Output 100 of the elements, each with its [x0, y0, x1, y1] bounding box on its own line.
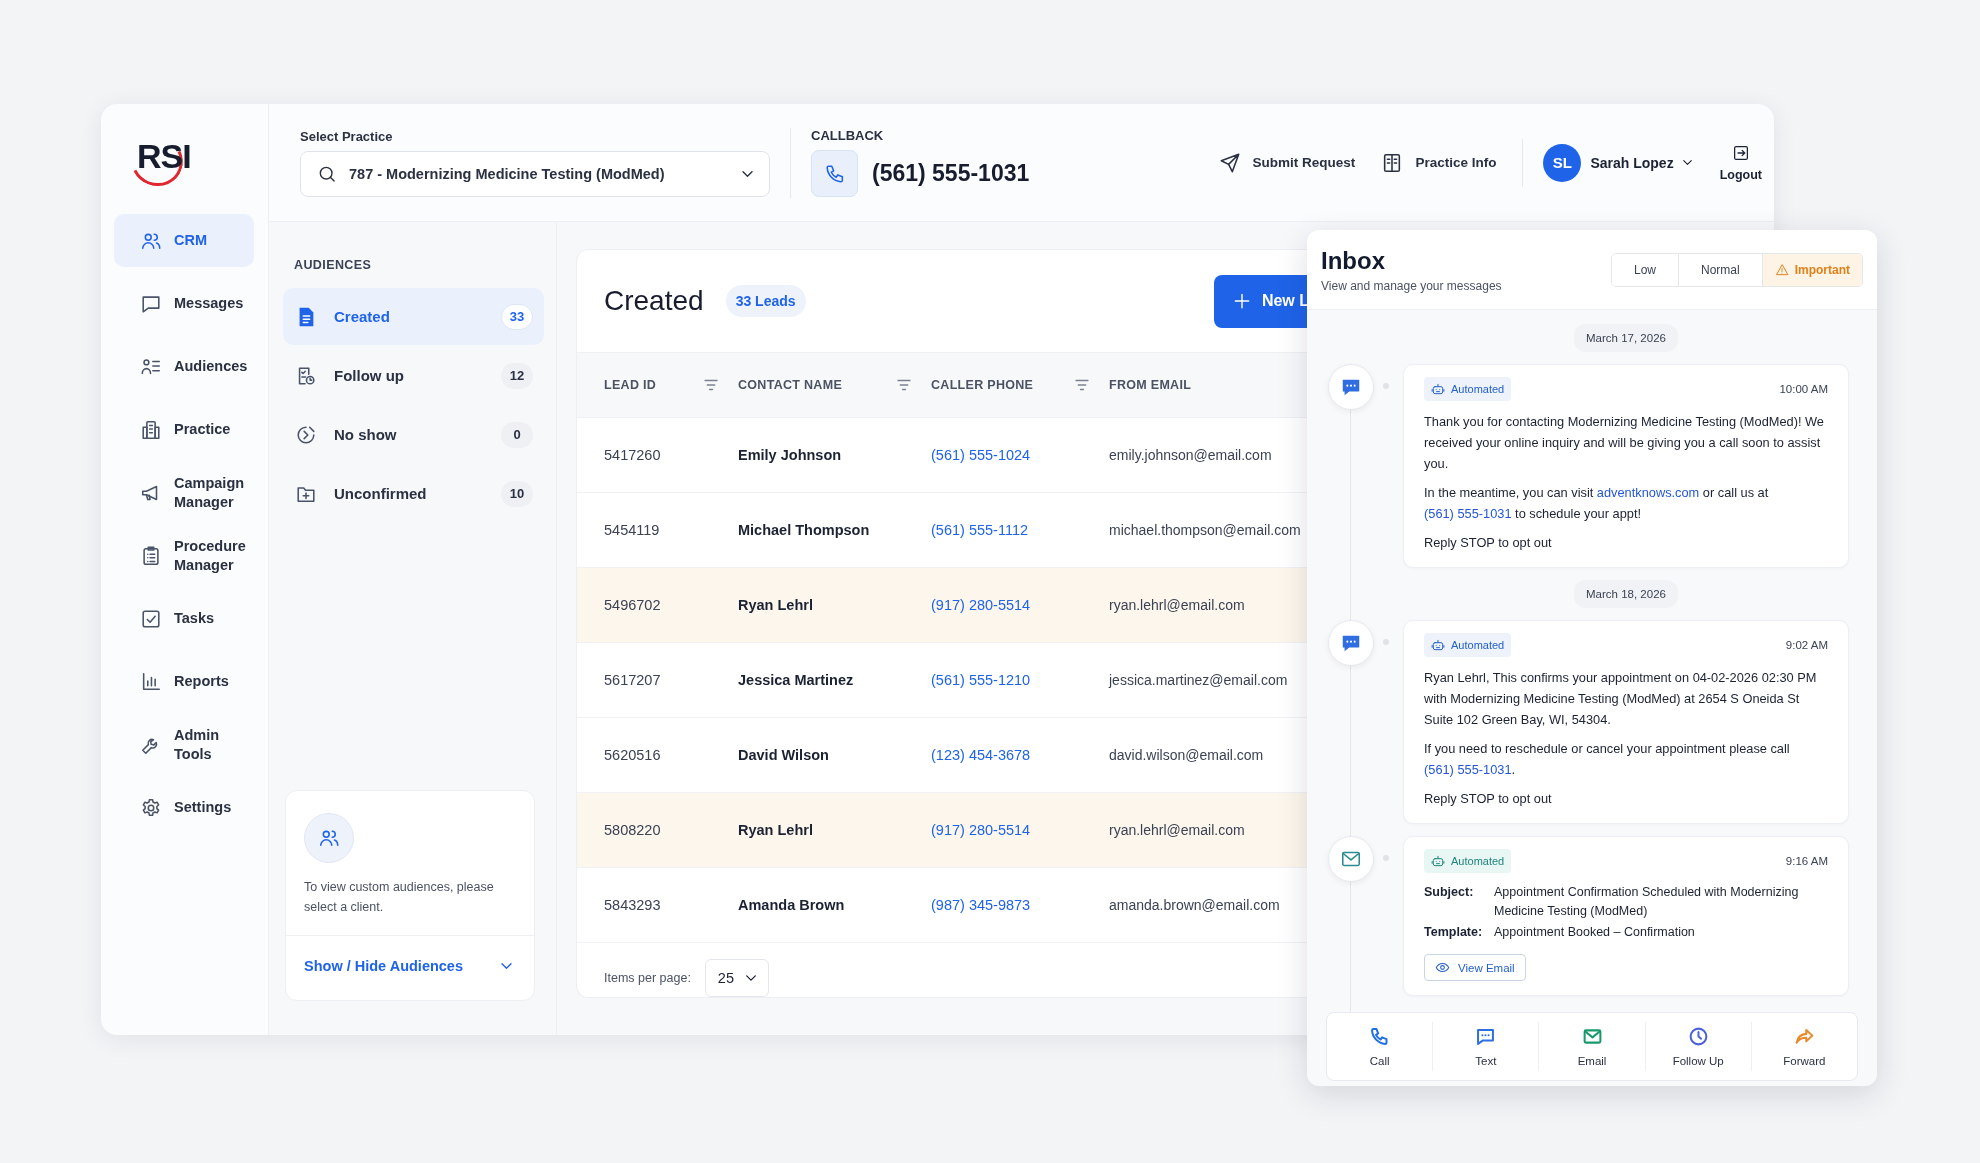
- field-value: Appointment Confirmation Scheduled with Modernizing Medicine Testing (ModMed): [1494, 884, 1800, 920]
- phone-link[interactable]: (917) 280-5514: [931, 567, 1109, 643]
- table-cell: 5843293: [577, 867, 738, 943]
- table-cell: Jessica Martinez: [738, 642, 931, 718]
- phone-link[interactable]: (561) 555-1210: [931, 642, 1109, 718]
- table-cell: 5617207: [577, 642, 738, 718]
- action-button[interactable]: Forward: [1750, 1022, 1857, 1071]
- people-icon: [318, 827, 340, 849]
- column-header[interactable]: LEAD ID: [577, 352, 738, 418]
- date-pill: March 17, 2026: [1574, 324, 1678, 352]
- message-text: Reply STOP to opt out: [1424, 534, 1553, 552]
- audience-item[interactable]: No show 0: [283, 406, 544, 463]
- count-badge: 12: [501, 362, 533, 389]
- message-time: 9:16 AM: [1785, 855, 1828, 867]
- callback-number: (561) 555-1031: [872, 160, 1030, 187]
- action-button[interactable]: Text: [1432, 1022, 1539, 1071]
- message-time: 10:00 AM: [1779, 383, 1828, 395]
- notice-text: To view custom audiences, please select a client.: [304, 879, 495, 916]
- table-cell: ryan.lehrl@email.com: [1109, 792, 1309, 868]
- sidebar-item[interactable]: Procedure Manager: [114, 529, 254, 582]
- action-button[interactable]: Email: [1538, 1022, 1645, 1071]
- automated-tag: Automated: [1424, 633, 1512, 657]
- message-time: 9:02 AM: [1785, 639, 1828, 651]
- column-header[interactable]: CALLER PHONE: [931, 352, 1109, 418]
- field-value: Appointment Booked – Confirmation: [1494, 924, 1696, 941]
- count-badge: 33 Leads: [725, 285, 806, 317]
- page-size-dropdown[interactable]: 25: [704, 959, 769, 997]
- table-cell: David Wilson: [738, 717, 931, 793]
- audience-label: Unconfirmed: [334, 485, 428, 502]
- column-header[interactable]: FROM EMAIL: [1109, 352, 1309, 418]
- sidebar-item[interactable]: CRM: [114, 214, 254, 267]
- audience-label: Created: [334, 308, 391, 325]
- field-label: Select Practice: [300, 128, 394, 144]
- phone-link[interactable]: (561) 555-1024: [931, 417, 1109, 493]
- phone-icon: [823, 162, 846, 185]
- message-text: In the meantime, you can visit adventknows.com or call us at (561) 555-1031 to schedule your appt!: [1424, 484, 1770, 523]
- logout-button[interactable]: Logout: [1719, 143, 1762, 182]
- sidebar-item[interactable]: Settings: [114, 781, 254, 834]
- panel-subtitle: View and manage your messages: [1321, 278, 1502, 293]
- panel-title: Inbox: [1321, 246, 1386, 275]
- view-email-button[interactable]: View Email: [1424, 954, 1526, 981]
- callback-label: CALLBACK: [811, 128, 885, 143]
- message-text: If you need to reschedule or cancel your appointment please call (561) 555-1031.: [1424, 740, 1791, 779]
- action-button[interactable]: Call: [1327, 1022, 1433, 1071]
- audience-item[interactable]: Created 33: [283, 288, 544, 345]
- building-icon: [140, 418, 162, 441]
- pagination-label: Items per page:: [604, 971, 691, 985]
- audience-label: Follow up: [334, 367, 405, 384]
- robot-icon: [1431, 854, 1445, 868]
- count-badge: 33: [501, 303, 533, 330]
- avatar: SL: [1543, 143, 1582, 182]
- message-text: Thank you for contacting Modernizing Medicine Testing (ModMed)! We received your online inquiry and will be giving you a call soon to assist you.: [1424, 413, 1825, 473]
- user-menu[interactable]: SL Sarah Lopez: [1522, 138, 1698, 187]
- phone-link[interactable]: (561) 555-1112: [931, 492, 1109, 568]
- table-cell: 5808220: [577, 792, 738, 868]
- eye-icon: [1435, 960, 1450, 975]
- table-cell: 5620516: [577, 717, 738, 793]
- sidebar-item[interactable]: Audiences: [114, 340, 254, 393]
- message-text: Reply STOP to opt out: [1424, 790, 1553, 808]
- header-action[interactable]: Practice Info: [1381, 151, 1497, 174]
- send-icon: [1218, 151, 1241, 174]
- count-badge: 0: [501, 421, 533, 448]
- sidebar-item[interactable]: Tasks: [114, 592, 254, 645]
- audience-item[interactable]: Follow up 12: [283, 347, 544, 404]
- table-cell: 5454119: [577, 492, 738, 568]
- phone-link[interactable]: (987) 345-9873: [931, 867, 1109, 943]
- link[interactable]: adventknows.com: [1596, 485, 1700, 500]
- sidebar-item[interactable]: Campaign Manager: [114, 466, 254, 519]
- phone-link[interactable]: (123) 454-3678: [931, 717, 1109, 793]
- phone-link[interactable]: (917) 280-5514: [931, 792, 1109, 868]
- chevron-down-icon: [1682, 160, 1692, 165]
- sidebar-item[interactable]: Admin Tools: [114, 718, 254, 771]
- section-title: AUDIENCES: [294, 258, 373, 272]
- sidebar-item[interactable]: Practice: [114, 403, 254, 456]
- link[interactable]: (561) 555-1031: [1424, 762, 1512, 777]
- logout-icon: [1731, 143, 1750, 162]
- date-pill: March 18, 2026: [1574, 580, 1678, 608]
- header-action[interactable]: Submit Request: [1218, 151, 1356, 174]
- link[interactable]: (561) 555-1031: [1424, 506, 1512, 521]
- table-cell: Amanda Brown: [738, 867, 931, 943]
- sidebar-item[interactable]: Messages: [114, 277, 254, 330]
- audience-label: No show: [334, 426, 398, 443]
- chevron-down-icon: [501, 963, 512, 969]
- checkbox-icon: [140, 607, 162, 630]
- bar-chart-icon: [140, 670, 162, 693]
- count-badge: 10: [501, 480, 533, 507]
- practice-dropdown[interactable]: 787 - Modernizing Medicine Testing (ModMed): [300, 150, 770, 197]
- audience-item[interactable]: Unconfirmed 10: [283, 465, 544, 522]
- table-cell: 5417260: [577, 417, 738, 493]
- show-hide-toggle[interactable]: Show / Hide Audiences: [286, 936, 534, 1000]
- automated-tag: Automated: [1424, 377, 1512, 401]
- robot-icon: [1431, 638, 1445, 652]
- column-header[interactable]: CONTACT NAME: [738, 352, 931, 418]
- warning-icon: [1774, 262, 1789, 277]
- sidebar-item[interactable]: Reports: [114, 655, 254, 708]
- action-button[interactable]: Follow Up: [1644, 1022, 1751, 1071]
- settings-icon: [140, 796, 162, 819]
- field-label: Template:: [1424, 924, 1484, 941]
- table-cell: ryan.lehrl@email.com: [1109, 567, 1309, 643]
- phone-button[interactable]: [811, 150, 858, 197]
